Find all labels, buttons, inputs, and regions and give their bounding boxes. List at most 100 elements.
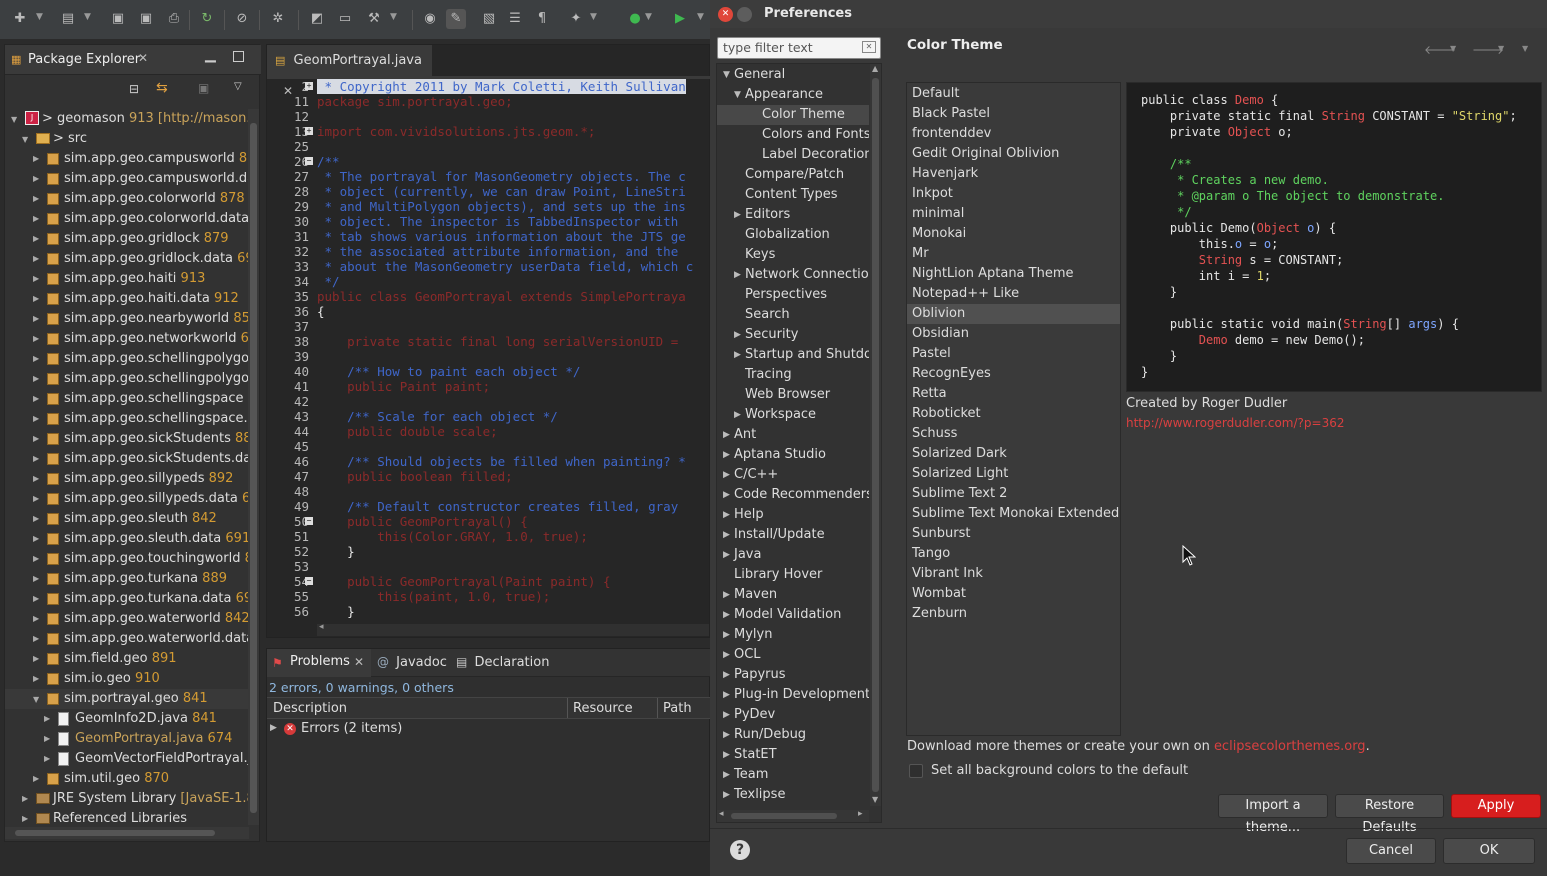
refactor-icon[interactable]: ↻	[197, 9, 217, 29]
expanded-icon[interactable]: ▼	[734, 85, 741, 105]
collapsed-icon[interactable]: ▶	[33, 349, 39, 369]
collapsed-icon[interactable]: ▶	[723, 525, 730, 545]
collapsed-icon[interactable]: ▶	[723, 705, 730, 725]
nav-item[interactable]: ▶ Plug-in Development	[717, 685, 869, 705]
collapse-all-icon[interactable]: ⊟	[129, 82, 139, 96]
background-default-checkbox[interactable]	[909, 764, 923, 778]
collapsed-icon[interactable]: ▶	[44, 709, 50, 729]
theme-item[interactable]: Roboticket	[907, 404, 1120, 424]
maximize-icon[interactable]	[233, 51, 244, 62]
collapsed-icon[interactable]: ▶	[734, 345, 741, 365]
eclipsecolorthemes-link[interactable]: eclipsecolorthemes.org	[1214, 739, 1366, 754]
collapsed-icon[interactable]: ▶	[33, 549, 39, 569]
theme-item[interactable]: Inkpot	[907, 184, 1120, 204]
theme-item[interactable]: Default	[907, 84, 1120, 104]
nav-item[interactable]: ▶ Model Validation	[717, 605, 869, 625]
theme-item[interactable]: Sublime Text 2	[907, 484, 1120, 504]
run-config-icon[interactable]: ●	[625, 9, 645, 29]
nav-item[interactable]: Content Types	[717, 185, 869, 205]
tree-horizontal-scrollbar[interactable]	[5, 827, 249, 839]
nav-item[interactable]: ▶ PyDev	[717, 705, 869, 725]
scroll-down-icon[interactable]: ▼	[872, 795, 878, 804]
nav-item[interactable]: ▶ Startup and Shutdow	[717, 345, 869, 365]
collapsed-icon[interactable]: ▶	[723, 665, 730, 685]
theme-item[interactable]: Sublime Text Monokai Extended	[907, 504, 1120, 524]
table-row[interactable]: ▶ ✕ Errors (2 items)	[267, 720, 711, 740]
collapsed-icon[interactable]: ▶	[33, 329, 39, 349]
tree-row[interactable]: ▶ sim.app.geo.sleuth.data 691	[5, 529, 249, 549]
theme-item[interactable]: Solarized Dark	[907, 444, 1120, 464]
save-icon[interactable]: ▣	[108, 9, 128, 29]
view-menu-icon[interactable]: ▼	[1522, 44, 1528, 53]
tree-row[interactable]: ▶ sim.app.geo.campusworld 878	[5, 149, 249, 169]
tree-row[interactable]: ▶ sim.app.geo.waterworld.data 6	[5, 629, 249, 649]
expanded-icon[interactable]: ▼	[33, 690, 39, 709]
tree-row[interactable]: ▶ sim.app.geo.gridlock 879	[5, 229, 249, 249]
fold-expand-icon[interactable]: +	[305, 82, 313, 90]
tree-row[interactable]: ▶ sim.field.geo 891	[5, 649, 249, 669]
tree-row[interactable]: ▶ JRE System Library [JavaSE-1.8]	[5, 789, 249, 809]
theme-item[interactable]: Wombat	[907, 584, 1120, 604]
theme-item[interactable]: Gedit Original Oblivion	[907, 144, 1120, 164]
theme-item[interactable]: Vibrant Ink	[907, 564, 1120, 584]
tree-row[interactable]: ▶ sim.app.geo.sickStudents 889	[5, 429, 249, 449]
run-icon[interactable]: ▶	[670, 9, 690, 29]
filter-input[interactable]: type filter text ✕	[717, 37, 881, 59]
author-link[interactable]: http://www.rogerdudler.com/?p=362	[1126, 416, 1344, 430]
collapsed-icon[interactable]: ▶	[723, 485, 730, 505]
tree-row[interactable]: ▶ sim.app.geo.sickStudents.data	[5, 449, 249, 469]
collapsed-icon[interactable]: ▶	[33, 289, 39, 309]
theme-item[interactable]: RecognEyes	[907, 364, 1120, 384]
import-theme-button[interactable]: Import a theme...	[1218, 794, 1328, 835]
theme-item-selected[interactable]: Oblivion	[907, 304, 1120, 324]
tree-row[interactable]: ▶ Referenced Libraries	[5, 809, 249, 825]
collapsed-icon[interactable]: ▶	[33, 249, 39, 269]
tree-row[interactable]: ▶ sim.app.geo.schellingspace 878	[5, 389, 249, 409]
tree-row[interactable]: ▶ sim.app.geo.sillypeds.data 691	[5, 489, 249, 509]
theme-item[interactable]: frontenddev	[907, 124, 1120, 144]
tree-row[interactable]: ▶ sim.app.geo.networkworld 682	[5, 329, 249, 349]
scrollbar-thumb[interactable]	[731, 813, 837, 819]
tree-row[interactable]: ▶ sim.app.geo.touchingworld 851	[5, 549, 249, 569]
tree-row[interactable]: ▶ sim.io.geo 910	[5, 669, 249, 689]
nav-item[interactable]: Globalization	[717, 225, 869, 245]
collapsed-icon[interactable]: ▶	[33, 369, 39, 389]
collapsed-icon[interactable]: ▶	[734, 405, 741, 425]
collapsed-icon[interactable]: ▶	[33, 209, 39, 229]
collapsed-icon[interactable]: ▶	[33, 629, 39, 649]
collapsed-icon[interactable]: ▶	[723, 585, 730, 605]
open-element-icon[interactable]: ▧	[479, 9, 499, 29]
new-icon[interactable]: ✚	[10, 9, 30, 29]
nav-item[interactable]: ▶ Run/Debug	[717, 725, 869, 745]
nav-item[interactable]: ▶ Help	[717, 505, 869, 525]
collapsed-icon[interactable]: ▶	[723, 445, 730, 465]
tree-row[interactable]: ▼ J> geomason 913 [http://mason.goc	[5, 109, 249, 129]
nav-item[interactable]: ▶ Code Recommenders	[717, 485, 869, 505]
tree-row[interactable]: ▶ sim.app.geo.nearbyworld 855	[5, 309, 249, 329]
tree-row[interactable]: ▼ sim.portrayal.geo 841	[5, 689, 249, 709]
nav-item[interactable]: Perspectives	[717, 285, 869, 305]
nav-item[interactable]: ▶ Security	[717, 325, 869, 345]
theme-item[interactable]: minimal	[907, 204, 1120, 224]
package-explorer-tab[interactable]: ▦ Package Explorer ✕ ▁	[5, 45, 261, 75]
tab-javadoc[interactable]: @ Javadoc	[377, 649, 447, 677]
minimize-window-icon[interactable]	[737, 7, 752, 22]
dropdown-arrow-icon[interactable]: ▼	[697, 12, 704, 22]
theme-item[interactable]: Obsidian	[907, 324, 1120, 344]
fold-collapse-icon[interactable]: −	[305, 157, 313, 165]
fold-expand-icon[interactable]: +	[305, 127, 313, 135]
collapsed-icon[interactable]: ▶	[734, 265, 741, 285]
paragraph-icon[interactable]: ¶	[532, 9, 552, 29]
theme-item[interactable]: Tango	[907, 544, 1120, 564]
nav-item[interactable]: Tracing	[717, 365, 869, 385]
nav-item[interactable]: ▶ Install/Update	[717, 525, 869, 545]
scroll-right-icon[interactable]: ▸	[858, 809, 863, 819]
collapsed-icon[interactable]: ▶	[33, 769, 39, 789]
nav-item[interactable]: ▶ Team	[717, 765, 869, 785]
collapsed-icon[interactable]: ▶	[33, 569, 39, 589]
nav-item[interactable]: ▼ General	[717, 65, 869, 85]
collapsed-icon[interactable]: ▶	[33, 389, 39, 409]
theme-item[interactable]: Solarized Light	[907, 464, 1120, 484]
theme-item[interactable]: Notepad++ Like	[907, 284, 1120, 304]
link-with-editor-icon[interactable]: ⇆	[156, 80, 168, 96]
